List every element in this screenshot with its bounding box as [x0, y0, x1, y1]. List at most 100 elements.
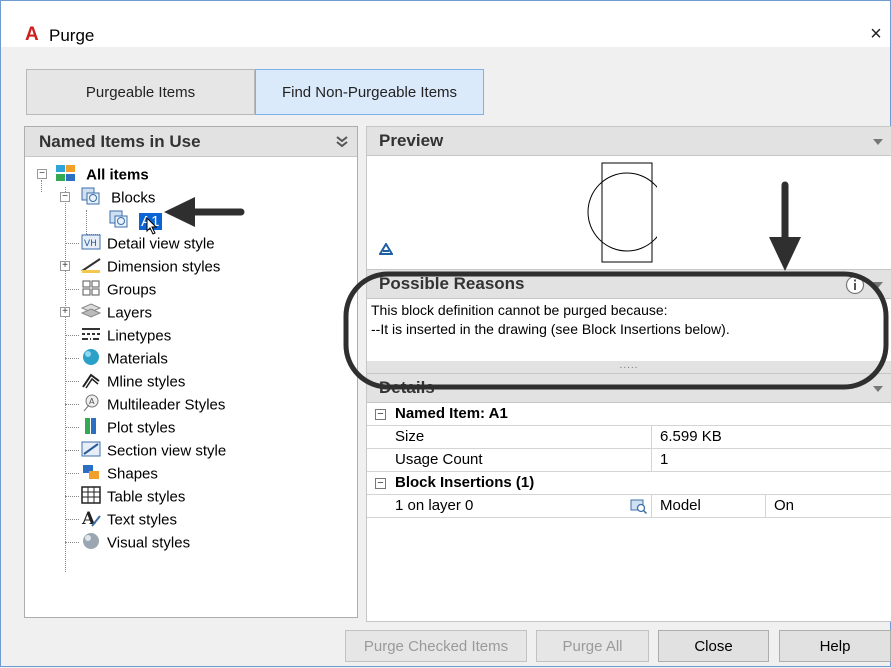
- tree-item-label: Shapes: [107, 465, 158, 483]
- tab-bar: Purgeable Items Find Non-Purgeable Items: [26, 69, 484, 115]
- detail-view-style-icon: VH: [80, 232, 102, 252]
- tree-item-text-styles[interactable]: A Text styles: [25, 508, 357, 531]
- purge-all-button[interactable]: Purge All: [536, 630, 649, 662]
- section-label: Block Insertions (1): [395, 474, 535, 491]
- tree-item-label: Linetypes: [107, 327, 172, 345]
- tree-item-label: Multileader Styles: [107, 396, 226, 414]
- tree-item-a1[interactable]: A1: [25, 209, 357, 235]
- tree-item-label: All items: [86, 166, 149, 184]
- property-value: 1: [651, 449, 891, 471]
- possible-reasons-header[interactable]: Possible Reasons: [366, 269, 891, 299]
- tree-item-linetypes[interactable]: Linetypes: [25, 324, 357, 347]
- help-button[interactable]: Help: [779, 630, 891, 662]
- named-items-panel: Named Items in Use − All items − Blocks …: [24, 126, 358, 618]
- tree-item-materials[interactable]: Materials: [25, 347, 357, 370]
- section-view-style-icon: [80, 439, 102, 459]
- all-items-icon: [55, 163, 77, 183]
- tree-item-label: Dimension styles: [107, 258, 221, 276]
- dropdown-triangle-icon[interactable]: [873, 282, 883, 288]
- autocad-logo-icon: A: [25, 24, 39, 45]
- linetypes-icon: [80, 324, 102, 344]
- tree-item-label: Detail view style: [107, 235, 215, 253]
- tree-item-label: Blocks: [111, 189, 156, 207]
- reason-line-1: This block definition cannot be purged b…: [371, 302, 668, 318]
- reason-line-2: --It is inserted in the drawing (see Blo…: [371, 321, 730, 337]
- tree-item-blocks[interactable]: − Blocks: [25, 186, 357, 209]
- tree-item-groups[interactable]: Groups: [25, 278, 357, 301]
- collapse-toggle-icon[interactable]: −: [37, 169, 47, 179]
- table-styles-icon: [80, 485, 102, 505]
- tree-item-visual-styles[interactable]: Visual styles: [25, 531, 357, 554]
- property-value: 6.599 KB: [651, 426, 891, 448]
- preview-header[interactable]: Preview: [366, 126, 891, 156]
- shapes-icon: [80, 462, 102, 482]
- collapse-toggle-icon[interactable]: −: [375, 409, 386, 420]
- size-row: Size 6.599 KB: [367, 426, 891, 449]
- details-grid: − Named Item: A1 Size 6.599 KB Usage Cou…: [366, 403, 891, 622]
- tree-item-label: Materials: [107, 350, 168, 368]
- dialog-title: Purge: [49, 26, 95, 45]
- tree-item-label: Layers: [107, 304, 153, 322]
- dialog-buttons: Purge Checked Items Purge All Close Help: [1, 630, 891, 664]
- collapse-chevron-icon[interactable]: [335, 127, 349, 160]
- details-header[interactable]: Details: [366, 373, 891, 403]
- close-button[interactable]: Close: [658, 630, 769, 662]
- possible-reasons-text: This block definition cannot be purged b…: [366, 299, 891, 361]
- insertion-space: Model: [651, 495, 765, 517]
- named-items-title: Named Items in Use: [39, 132, 201, 151]
- preview-title: Preview: [379, 131, 444, 150]
- tab-find-non-purgeable-items[interactable]: Find Non-Purgeable Items: [255, 69, 484, 115]
- zoom-to-insertion-icon[interactable]: [630, 499, 648, 521]
- tab-purgeable-items[interactable]: Purgeable Items: [26, 69, 255, 115]
- usage-count-row: Usage Count 1: [367, 449, 891, 472]
- tree-item-table-styles[interactable]: Table styles: [25, 485, 357, 508]
- block-insertions-section-row[interactable]: − Block Insertions (1): [367, 472, 891, 495]
- collapse-toggle-icon[interactable]: −: [60, 192, 70, 202]
- plot-styles-icon: [80, 416, 102, 436]
- splitter-grip[interactable]: .....: [366, 361, 891, 373]
- insertion-row[interactable]: 1 on layer 0 Model On: [367, 495, 891, 518]
- tree-item-plot-styles[interactable]: Plot styles: [25, 416, 357, 439]
- info-icon[interactable]: [845, 275, 865, 304]
- dropdown-triangle-icon[interactable]: [873, 139, 883, 145]
- groups-icon: [80, 278, 102, 298]
- property-label: Size: [395, 428, 425, 445]
- preview-area: [366, 156, 891, 269]
- named-items-tree: − All items − Blocks VH Detail view styl…: [25, 157, 357, 572]
- tree-item-list: VH Detail view style + Dimension styles Grou…: [25, 232, 357, 554]
- tree-item-multileader-styles[interactable]: A Multileader Styles: [25, 393, 357, 416]
- tree-item-label: Text styles: [107, 511, 178, 529]
- title-bar: A Purge ×: [1, 1, 890, 47]
- visual-styles-icon: [80, 531, 102, 551]
- possible-reasons-title: Possible Reasons: [379, 274, 525, 293]
- collapse-toggle-icon[interactable]: −: [375, 478, 386, 489]
- named-item-section-row[interactable]: − Named Item: A1: [367, 403, 891, 426]
- details-title: Details: [379, 378, 435, 397]
- svg-text:A: A: [89, 397, 95, 406]
- tree-item-detail-view-style[interactable]: VH Detail view style: [25, 232, 357, 255]
- autocad-block-icon: [378, 242, 394, 258]
- close-icon[interactable]: ×: [866, 23, 886, 46]
- purge-dialog: A Purge × Purgeable Items Find Non-Purge…: [0, 0, 891, 667]
- tree-item-dimension-styles[interactable]: + Dimension styles: [25, 255, 357, 278]
- multileader-styles-icon: A: [80, 393, 102, 413]
- tree-item-mline-styles[interactable]: Mline styles: [25, 370, 357, 393]
- purge-checked-items-button[interactable]: Purge Checked Items: [345, 630, 527, 662]
- expand-toggle-icon[interactable]: +: [60, 307, 70, 317]
- blocks-icon: [80, 186, 102, 206]
- tree-item-label: Visual styles: [107, 534, 191, 552]
- right-panel: Preview Possible Reasons This block defi…: [366, 126, 891, 622]
- tree-item-label: Groups: [107, 281, 157, 299]
- insertion-name: 1 on layer 0: [395, 497, 474, 514]
- block-definition-icon: [108, 209, 130, 229]
- layers-icon: [80, 301, 102, 321]
- dropdown-triangle-icon[interactable]: [873, 386, 883, 392]
- expand-toggle-icon[interactable]: +: [60, 261, 70, 271]
- tree-item-shapes[interactable]: Shapes: [25, 462, 357, 485]
- svg-text:VH: VH: [84, 239, 97, 249]
- tree-item-all-items[interactable]: − All items: [25, 163, 357, 186]
- tree-item-section-view-style[interactable]: Section view style: [25, 439, 357, 462]
- materials-icon: [80, 347, 102, 367]
- block-preview-graphic: [587, 162, 657, 263]
- tree-item-layers[interactable]: + Layers: [25, 301, 357, 324]
